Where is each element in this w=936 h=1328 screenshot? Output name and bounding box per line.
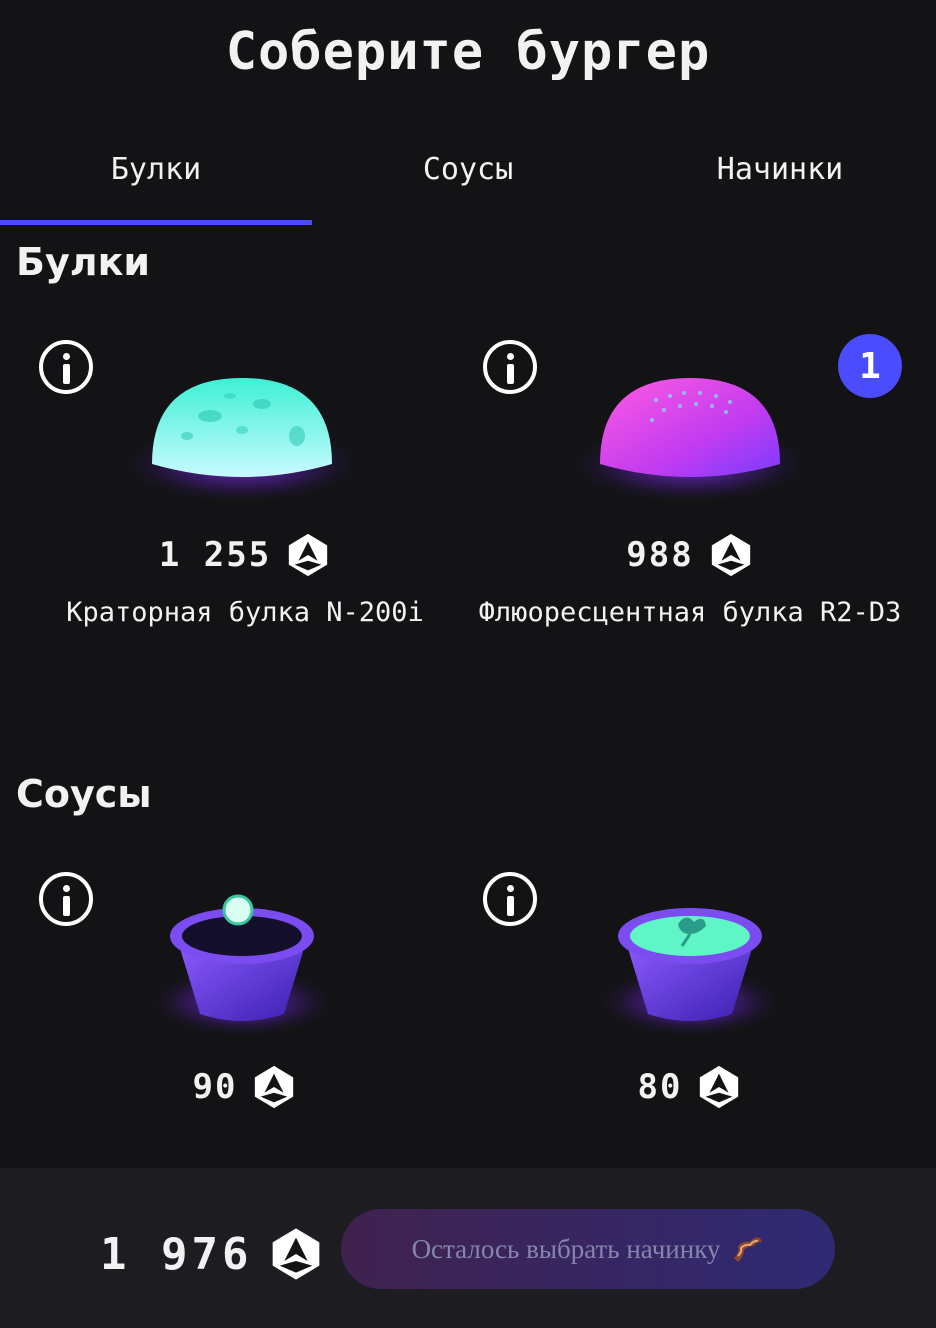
tabs: Булки Соусы Начинки <box>0 140 936 228</box>
order-button-label: Осталось выбрать начинку <box>411 1233 721 1264</box>
price: 1 255 <box>0 532 490 578</box>
info-icon[interactable] <box>483 872 537 926</box>
sauce-image <box>594 908 786 1038</box>
page-title: Соберите бургер <box>225 22 711 82</box>
info-icon[interactable] <box>39 340 93 394</box>
currency-icon <box>268 1226 324 1282</box>
price-value: 988 <box>626 535 694 575</box>
tab-fillings[interactable]: Начинки <box>624 140 936 228</box>
ingredient-name: Краторная булка N-200i <box>66 597 424 628</box>
sauce-image <box>146 894 338 1038</box>
fluorescent-bun-image <box>566 378 814 504</box>
counter-badge: 1 <box>838 334 902 398</box>
ingredient-card[interactable]: 90 <box>0 864 460 1124</box>
tab-buns[interactable]: Булки <box>0 140 312 228</box>
price-value: 1 255 <box>158 535 272 575</box>
ingredient-name: Флюоресцентная булка R2-D3 <box>478 597 902 628</box>
price: 80 <box>460 1064 920 1110</box>
currency-icon <box>251 1064 297 1110</box>
ingredient-card[interactable]: 1 988 Флюоресцентная булка R2-D3 <box>460 330 936 710</box>
section-title-buns: Булки <box>16 240 150 284</box>
info-icon[interactable] <box>39 872 93 926</box>
currency-icon <box>285 532 331 578</box>
total-value: 1 976 <box>100 1228 253 1280</box>
price-value: 80 <box>637 1067 683 1107</box>
order-total: 1 976 <box>100 1226 324 1282</box>
price: 988 <box>460 532 920 578</box>
currency-icon <box>696 1064 742 1110</box>
info-icon[interactable] <box>483 340 537 394</box>
currency-icon <box>708 532 754 578</box>
order-button[interactable]: Осталось выбрать начинку <box>341 1209 835 1289</box>
tab-sauces[interactable]: Соусы <box>312 140 624 228</box>
crater-bun-image <box>118 378 366 504</box>
section-title-sauces: Соусы <box>16 772 152 816</box>
order-footer: 1 976 Осталось выбрать начинку <box>0 1168 936 1328</box>
bacon-icon <box>734 1237 763 1262</box>
ingredient-card[interactable]: 1 255 Краторная булка N-200i <box>0 330 460 710</box>
price-value: 90 <box>192 1067 238 1107</box>
price: 90 <box>0 1064 490 1110</box>
ingredient-card[interactable]: 80 <box>460 864 936 1124</box>
